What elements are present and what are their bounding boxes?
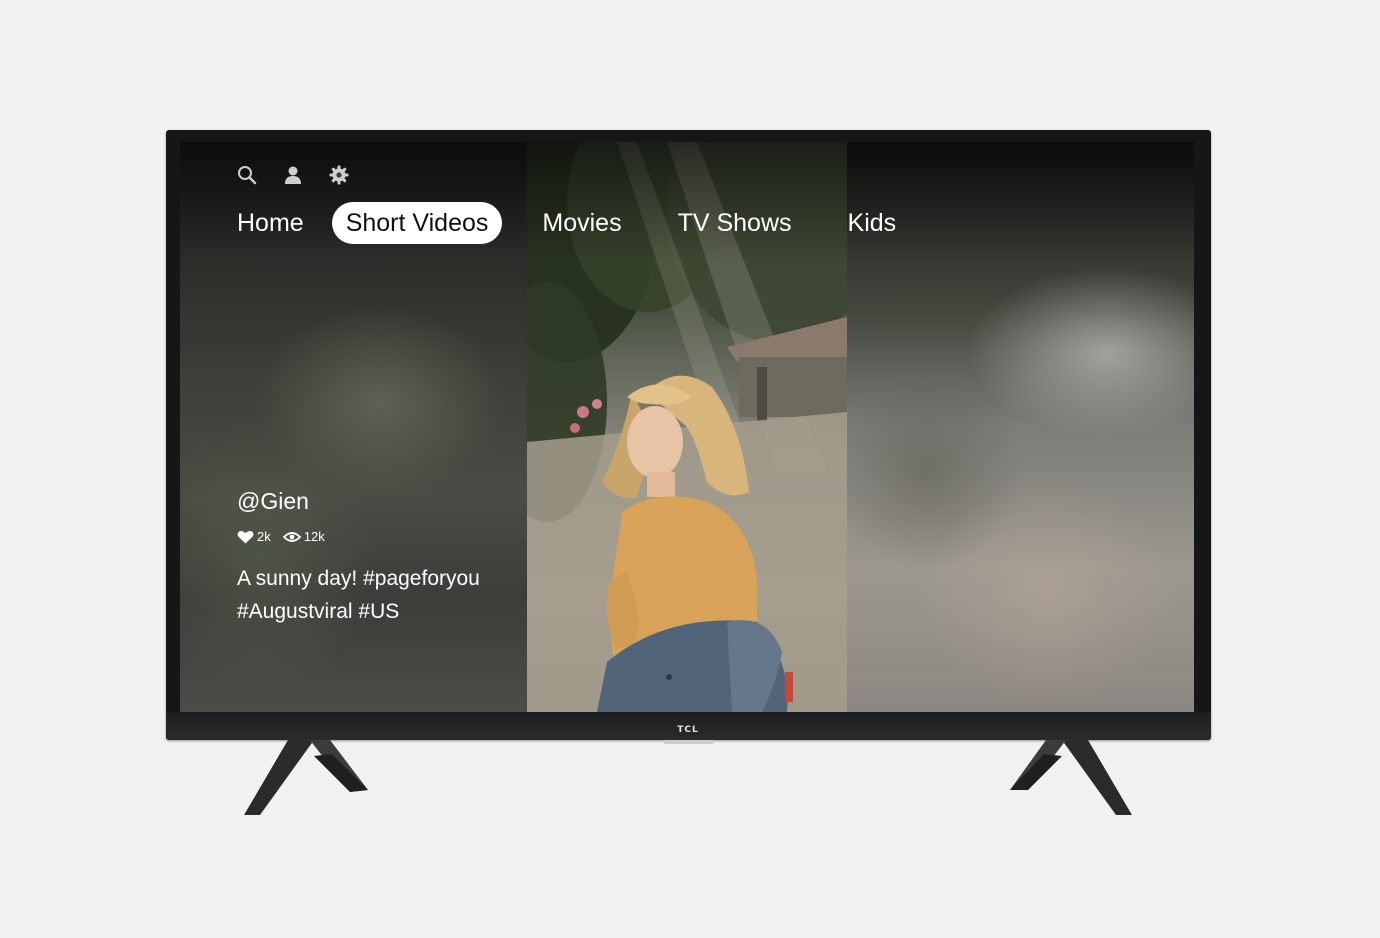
creator-username[interactable]: @Gien xyxy=(237,488,537,515)
main-nav: Home Short Videos Movies TV Shows Kids xyxy=(223,202,924,244)
tab-tv-shows[interactable]: TV Shows xyxy=(664,202,806,244)
tv-brand-logo: TCL xyxy=(677,725,699,735)
tab-movies[interactable]: Movies xyxy=(528,202,635,244)
likes-stat[interactable]: 2k xyxy=(237,529,271,544)
eye-icon xyxy=(282,531,301,542)
top-toolbar xyxy=(236,164,350,186)
views-stat: 12k xyxy=(282,529,325,544)
caption-line-2: #Augustviral #US xyxy=(237,600,400,623)
settings-icon[interactable] xyxy=(328,164,350,186)
video-info-panel: @Gien 2k 12k A sunny day! #pageforyou #A… xyxy=(237,488,537,628)
tv-stand-right xyxy=(1010,740,1132,815)
tab-short-videos[interactable]: Short Videos xyxy=(331,202,503,244)
heart-icon xyxy=(237,530,254,543)
tv-screen: Home Short Videos Movies TV Shows Kids @… xyxy=(180,142,1194,712)
search-icon[interactable] xyxy=(236,164,258,186)
tv-ir-sensor xyxy=(664,740,714,744)
tv-mockup: Home Short Videos Movies TV Shows Kids @… xyxy=(0,0,1380,938)
tab-kids[interactable]: Kids xyxy=(834,202,911,244)
video-stats: 2k 12k xyxy=(237,529,537,544)
tv-stand-left xyxy=(244,740,368,815)
video-caption: A sunny day! #pageforyou #Augustviral #U… xyxy=(237,562,537,628)
profile-icon[interactable] xyxy=(282,164,304,186)
views-count: 12k xyxy=(303,529,325,544)
caption-line-1: A sunny day! #pageforyou xyxy=(237,567,480,590)
tab-home[interactable]: Home xyxy=(223,202,318,244)
likes-count: 2k xyxy=(257,529,271,544)
